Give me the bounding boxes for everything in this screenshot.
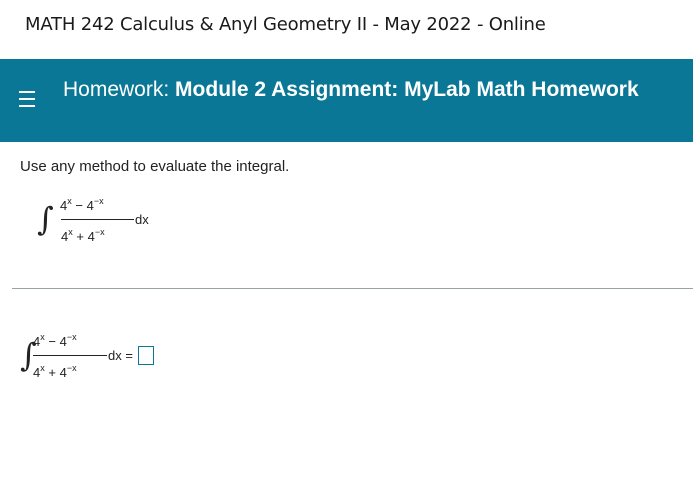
section-divider xyxy=(12,288,693,289)
problem-integral: ∫ 4x − 4−x 4x + 4−x dx xyxy=(37,192,167,252)
problem-instructions: Use any method to evaluate the integral. xyxy=(20,158,290,175)
integral-sign: ∫ xyxy=(37,200,54,238)
answer-integral: ∫ 4x − 4−x 4x + 4−x dx = xyxy=(20,328,140,388)
hamburger-menu-icon[interactable] xyxy=(19,91,35,109)
assignment-name: Module 2 Assignment: MyLab Math Homework xyxy=(175,78,639,101)
differential: dx xyxy=(135,212,149,227)
course-title: MATH 242 Calculus & Anyl Geometry II - M… xyxy=(25,14,546,35)
answer-input[interactable] xyxy=(138,346,154,365)
fraction-bar xyxy=(61,219,134,220)
denominator: 4x + 4−x xyxy=(33,363,77,380)
homework-prefix: Homework: xyxy=(63,78,170,101)
denominator: 4x + 4−x xyxy=(61,227,105,244)
homework-header: Homework: Module 2 Assignment: MyLab Mat… xyxy=(0,59,693,142)
numerator: 4x − 4−x xyxy=(33,332,77,349)
differential-equals: dx = xyxy=(108,348,133,363)
numerator: 4x − 4−x xyxy=(60,196,104,213)
homework-title: Homework: Module 2 Assignment: MyLab Mat… xyxy=(63,79,673,100)
fraction-bar xyxy=(33,355,107,356)
course-bar: MATH 242 Calculus & Anyl Geometry II - M… xyxy=(0,0,693,58)
